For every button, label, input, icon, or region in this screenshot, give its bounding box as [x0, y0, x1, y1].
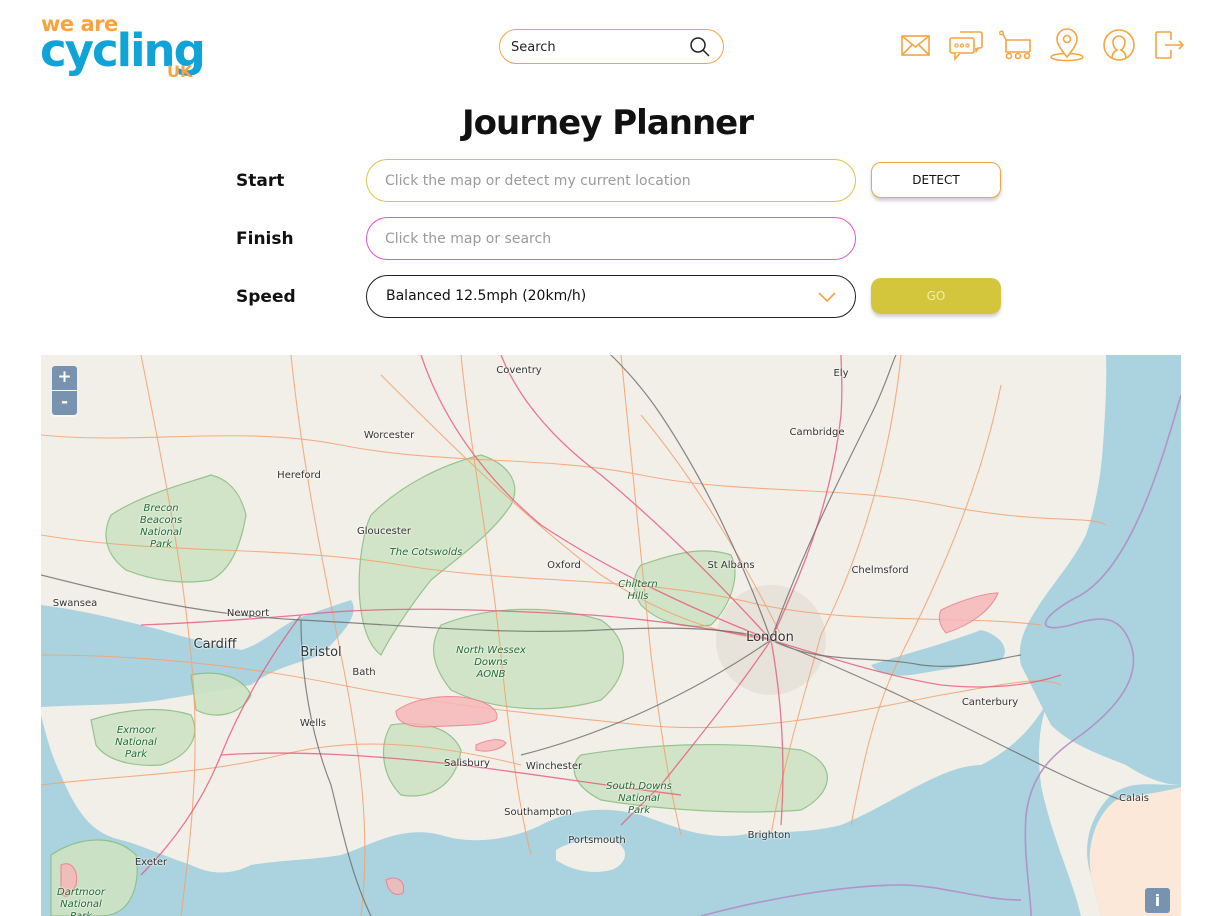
- map-label-cambridge: Cambridge: [789, 427, 845, 438]
- map-label-worcester: Worcester: [363, 430, 415, 441]
- map-tiles[interactable]: [41, 355, 1181, 916]
- map-label-exmoor: Exmoor National Park: [115, 725, 157, 760]
- map-label-south-downs: South Downs National Park: [606, 781, 672, 816]
- map-label-brighton: Brighton: [747, 830, 791, 841]
- map-label-gloucester: Gloucester: [356, 526, 412, 537]
- map-label-dartmoor: Dartmoor National Park: [57, 887, 105, 916]
- speed-label: Speed: [236, 287, 296, 307]
- search-input[interactable]: [511, 36, 681, 58]
- start-label: Start: [236, 171, 285, 191]
- detect-location-button[interactable]: DETECT: [871, 162, 1001, 198]
- map-label-bath: Bath: [352, 667, 376, 678]
- zoom-out-button[interactable]: -: [52, 391, 77, 415]
- mail-icon[interactable]: [898, 27, 934, 63]
- map-label-cardiff: Cardiff: [193, 637, 237, 652]
- site-search: [499, 29, 724, 64]
- site-header: we are cycling UK: [0, 0, 1215, 100]
- search-icon[interactable]: [689, 36, 711, 58]
- chat-icon[interactable]: [948, 27, 984, 63]
- chevron-down-icon: [818, 292, 836, 303]
- map-label-winchester: Winchester: [525, 761, 583, 772]
- zoom-in-button[interactable]: +: [52, 366, 77, 390]
- map-label-salisbury: Salisbury: [444, 758, 490, 769]
- map-label-southampton: Southampton: [504, 807, 572, 818]
- map-label-cotswolds: The Cotswolds: [389, 547, 463, 558]
- map-label-brecon-beacons: Brecon Beacons National Park: [139, 503, 183, 550]
- map-label-st-albans: St Albans: [707, 560, 755, 571]
- page-title: Journey Planner: [462, 103, 754, 143]
- start-field: [366, 159, 856, 202]
- go-button[interactable]: GO: [871, 278, 1001, 314]
- map-info-button[interactable]: i: [1145, 888, 1170, 913]
- logout-icon[interactable]: [1151, 27, 1187, 63]
- map-label-north-wessex: North Wessex Downs AONB: [456, 645, 526, 680]
- map-label-coventry: Coventry: [496, 365, 542, 376]
- header-nav-icons: [898, 27, 1188, 63]
- map-label-newport: Newport: [226, 608, 270, 619]
- speed-selected-value: Balanced 12.5mph (20km/h): [386, 288, 587, 304]
- map-label-bristol: Bristol: [300, 645, 342, 660]
- map-label-canterbury: Canterbury: [961, 697, 1019, 708]
- map-label-london: London: [746, 630, 794, 645]
- map-label-calais: Calais: [1118, 793, 1150, 804]
- finish-input[interactable]: [385, 228, 825, 250]
- finish-field: [366, 217, 856, 260]
- map-label-hereford: Hereford: [277, 470, 321, 481]
- journey-map[interactable]: Coventry Ely Worcester Cambridge Herefor…: [41, 355, 1181, 916]
- cycling-uk-logo[interactable]: we are cycling UK: [40, 10, 220, 85]
- finish-label: Finish: [236, 229, 294, 249]
- map-label-wells: Wells: [299, 718, 327, 729]
- map-zoom-control: + -: [52, 366, 77, 417]
- location-pin-icon[interactable]: [1049, 27, 1085, 63]
- cart-icon[interactable]: [998, 27, 1034, 63]
- map-label-ely: Ely: [833, 368, 849, 379]
- map-label-swansea: Swansea: [52, 598, 98, 609]
- map-label-portsmouth: Portsmouth: [568, 835, 626, 846]
- map-label-exeter: Exeter: [134, 857, 168, 868]
- map-label-oxford: Oxford: [547, 560, 581, 571]
- map-label-chelmsford: Chelmsford: [851, 565, 909, 576]
- user-profile-icon[interactable]: [1101, 27, 1137, 63]
- map-label-chiltern-hills: Chiltern Hills: [618, 579, 658, 602]
- start-input[interactable]: [385, 170, 825, 192]
- speed-select[interactable]: Balanced 12.5mph (20km/h): [366, 275, 856, 318]
- logo-line-3: UK: [167, 62, 193, 81]
